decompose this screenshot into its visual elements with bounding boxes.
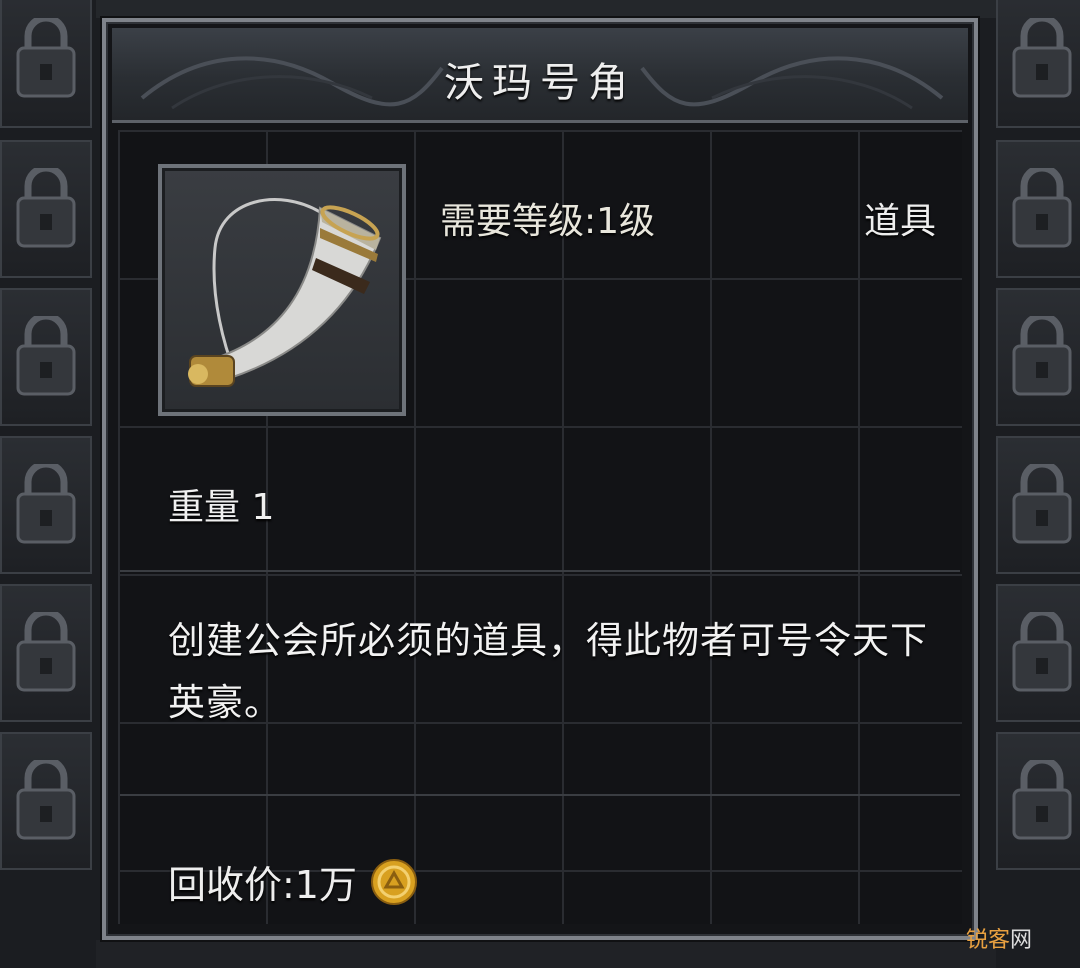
gold-coin-icon [370,858,417,905]
lock-icon [16,612,76,692]
locked-slot[interactable] [996,732,1080,870]
lock-icon [1012,464,1072,544]
locked-slot[interactable] [996,584,1080,722]
item-weight-label: 重量 1 [168,487,275,528]
lock-icon [16,760,76,840]
item-description: 创建公会所必须的道具，得此物者可号令天下英豪。 [168,619,928,724]
site-watermark: 锐客网 [966,922,1032,954]
watermark-part2: 网 [1009,928,1032,953]
lock-icon [1012,168,1072,248]
item-name-title: 沃玛号角 [444,60,636,106]
lock-icon [1012,316,1072,396]
lock-icon [16,18,76,98]
locked-slot[interactable] [0,0,92,128]
locked-slot[interactable] [0,288,92,426]
recycle-price-row: 回收价:1万 [168,854,417,909]
right-locked-slots [996,0,1080,968]
locked-slot[interactable] [996,140,1080,278]
lock-icon [1012,18,1072,98]
lock-icon [1012,612,1072,692]
item-tooltip-panel: 沃玛号角 需要等级:1级 道具 重量 1 创建公会所必须的道具，得此物者可号令天… [102,18,978,940]
section-divider [120,570,960,572]
locked-slot[interactable] [996,288,1080,426]
left-locked-slots [0,0,96,968]
watermark-part1: 锐客 [965,928,1010,953]
locked-slot[interactable] [0,584,92,722]
tooltip-title-bar: 沃玛号角 [112,28,968,123]
locked-slot[interactable] [996,436,1080,574]
lock-icon [1012,760,1072,840]
bottom-background-strip [96,940,996,968]
section-divider [120,794,960,796]
horn-icon [188,198,382,387]
locked-slot[interactable] [0,436,92,574]
locked-slot[interactable] [996,0,1080,128]
locked-slot[interactable] [0,732,92,870]
locked-slot[interactable] [0,140,92,278]
required-level-label: 需要等级:1级 [440,201,656,242]
lock-icon [16,464,76,544]
recycle-price-label: 回收价:1万 [168,863,357,907]
item-type-label: 道具 [863,201,936,242]
item-icon-frame [158,164,406,416]
top-background-strip [96,0,996,18]
lock-icon [16,168,76,248]
lock-icon [16,316,76,396]
